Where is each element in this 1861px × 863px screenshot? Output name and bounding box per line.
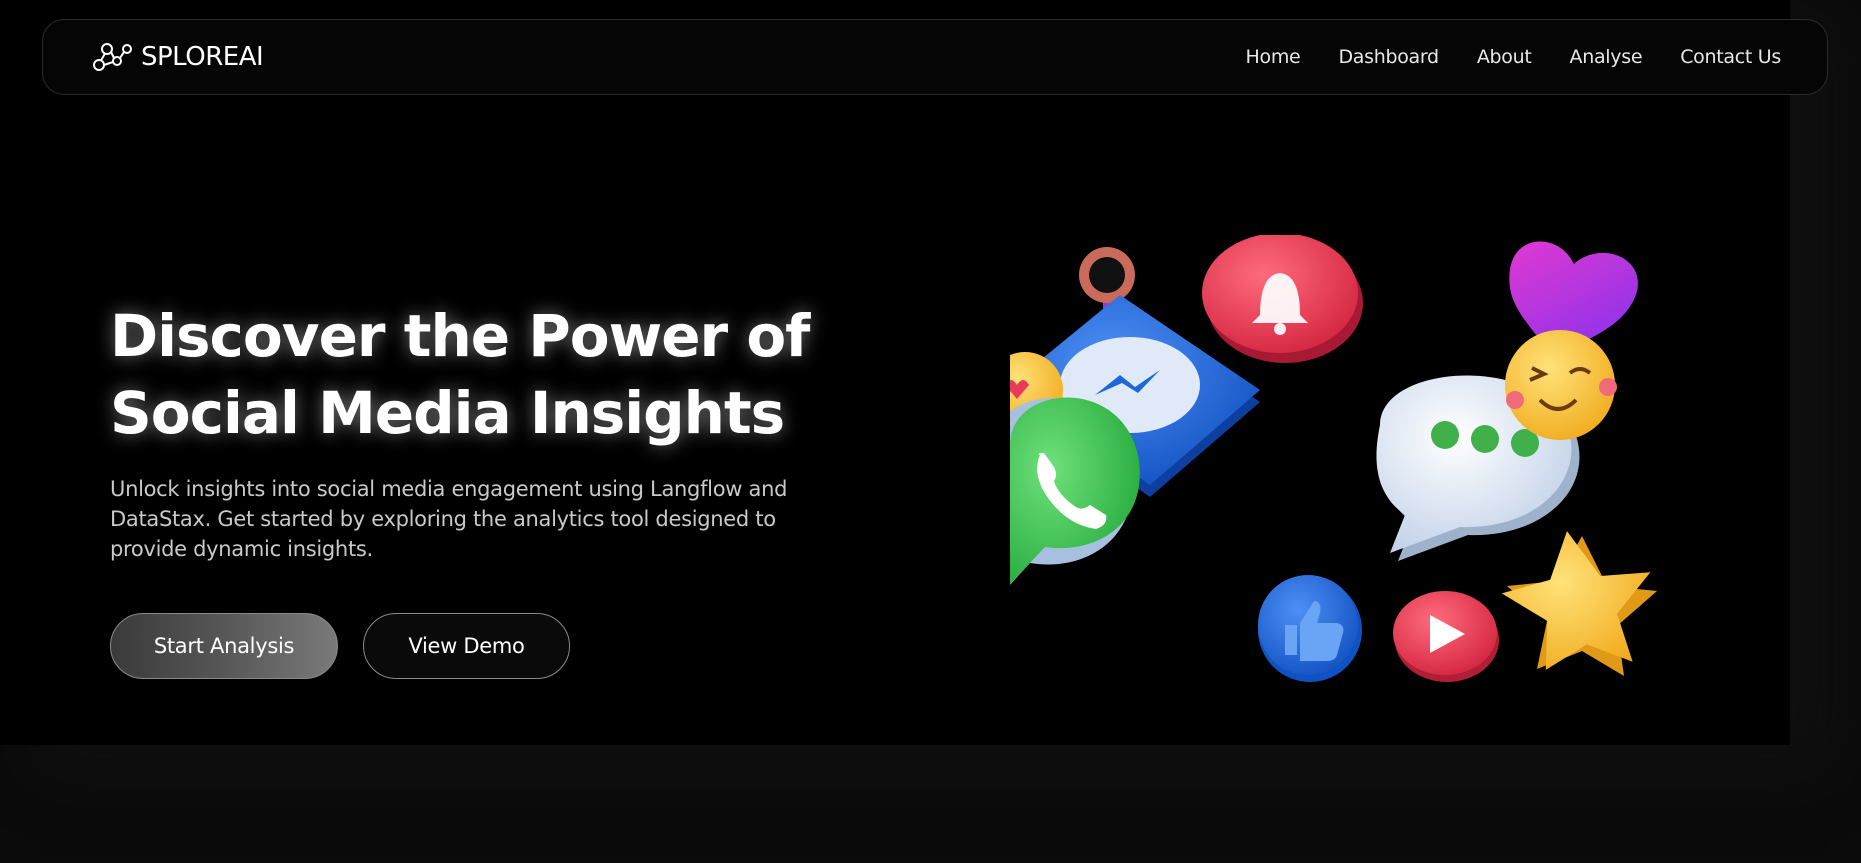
social-media-illustration: [1010, 235, 1657, 682]
nav-links: Home Dashboard About Analyse Contact Us: [1246, 46, 1782, 68]
view-demo-button[interactable]: View Demo: [363, 613, 570, 679]
nav-link-dashboard[interactable]: Dashboard: [1338, 46, 1439, 68]
nav-link-contact[interactable]: Contact Us: [1680, 46, 1781, 68]
hero-description: Unlock insights into social media engage…: [110, 477, 788, 561]
nav-link-home[interactable]: Home: [1246, 46, 1301, 68]
hero-title-line1: Discover the Power of: [110, 302, 810, 370]
start-analysis-button[interactable]: Start Analysis: [110, 613, 338, 679]
hero-title: Discover the Power of Social Media Insig…: [110, 298, 810, 452]
like-icon: [1258, 575, 1362, 682]
bell-icon: [1202, 235, 1363, 363]
emoji-wink-icon: [1505, 330, 1617, 440]
play-icon: [1393, 591, 1499, 682]
navbar: SPLOREAI Home Dashboard About Analyse Co…: [42, 19, 1828, 95]
hero-title-line2: Social Media Insights: [110, 379, 785, 447]
nav-link-about[interactable]: About: [1477, 46, 1532, 68]
network-logo-icon: [93, 43, 132, 71]
nav-link-analyse[interactable]: Analyse: [1570, 46, 1643, 68]
brand[interactable]: SPLOREAI: [91, 41, 264, 73]
whatsapp-icon: [1010, 397, 1140, 585]
star-icon: [1501, 531, 1657, 676]
page: SPLOREAI Home Dashboard About Analyse Co…: [0, 0, 1861, 863]
brand-name: SPLOREAI: [141, 42, 264, 72]
